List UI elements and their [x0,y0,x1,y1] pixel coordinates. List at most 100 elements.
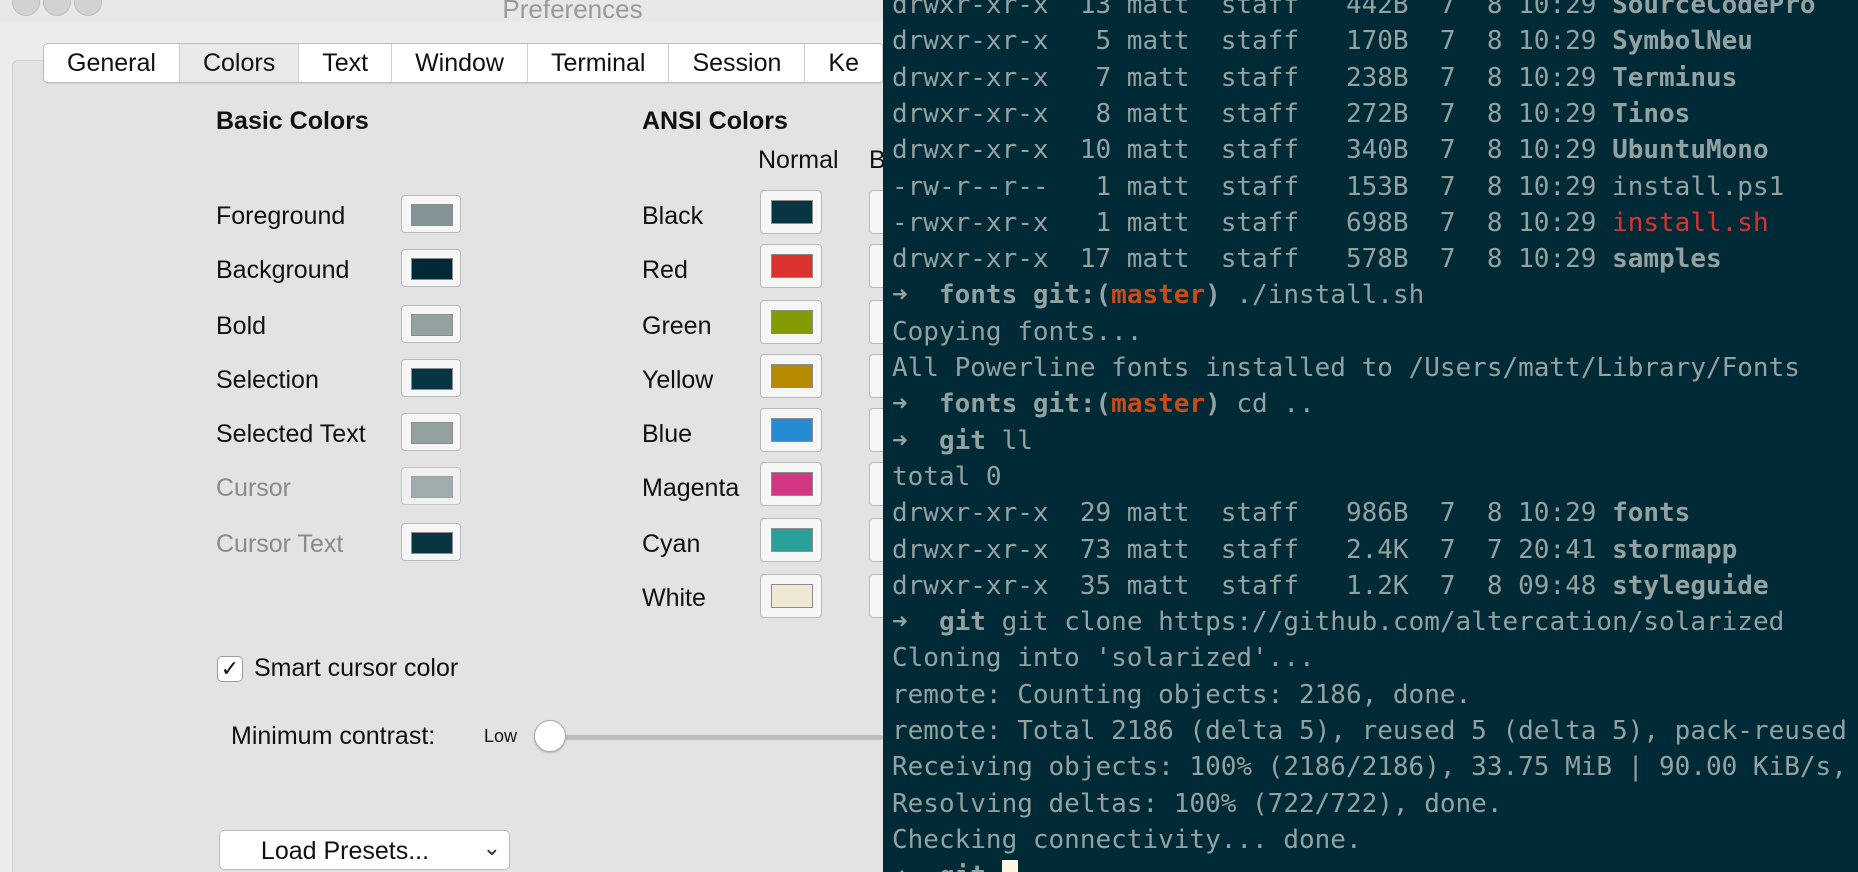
ansi-cyan-label: Cyan [642,530,701,558]
bold-label: Bold [216,312,267,340]
bold-color-well[interactable] [401,305,461,343]
terminal-text: styleguide [1612,570,1769,601]
terminal-text: -rw-r--r-- 1 matt staff 153B 7 8 10:29 i… [892,171,1785,202]
preferences-window: Preferences General Colors Text Window T… [0,0,883,872]
terminal-text: Copying fonts... [892,316,1143,347]
background-color-well[interactable] [401,249,461,287]
terminal-text: ➜ [892,861,939,872]
terminal-line: Checking connectivity... done. [892,822,1362,858]
terminal-text: ➜ [892,280,939,311]
terminal-text: remote: Total 2186 (delta 5), reused 5 (… [892,716,1847,746]
minimum-contrast-slider[interactable] [550,735,883,740]
terminal-text: master [1111,280,1206,311]
tab-window[interactable]: Window [392,44,528,82]
tab-session[interactable]: Session [669,44,806,82]
terminal-text: drwxr-xr-x 73 matt staff 2.4K 7 7 20:41 [892,534,1613,565]
terminal-text: drwxr-xr-x 17 matt staff 578B 7 8 10:29 [892,244,1613,275]
basic-colors-heading: Basic Colors [216,107,369,135]
tab-general[interactable]: General [44,44,180,82]
terminal-line: drwxr-xr-x 8 matt staff 272B 7 8 10:29 T… [892,96,1690,132]
terminal-text: install.sh [1612,207,1769,238]
ansi-bright-blue-color-well[interactable] [869,408,883,452]
ansi-black-color-well[interactable] [760,190,822,234]
selection-label: Selection [216,366,319,394]
ansi-bright-green-color-well[interactable] [869,300,883,344]
color-swatch [411,368,453,390]
terminal-text: Resolving deltas: 100% (722/722), done. [892,788,1503,819]
terminal-text: ./install.sh [1220,280,1425,311]
terminal-line: Copying fonts... [892,314,1142,350]
terminal-line: Resolving deltas: 100% (722/722), done. [892,786,1502,822]
background-label: Background [216,256,350,284]
terminal-line: Cloning into 'solarized'... [892,640,1315,676]
terminal-line: ➜ git git clone https://github.com/alter… [892,604,1784,640]
terminal-line: drwxr-xr-x 35 matt staff 1.2K 7 8 09:48 … [892,568,1769,604]
terminal-text: cd .. [1220,389,1315,420]
slider-thumb[interactable] [534,720,566,752]
ansi-magenta-color-well[interactable] [760,462,822,506]
terminal-text: -rwxr-xr-x 1 matt staff 698B 7 8 10:29 [892,207,1613,238]
color-swatch [411,422,453,444]
ansi-cyan-color-well[interactable] [760,518,822,562]
terminal-cursor [1001,860,1018,872]
tab-keys[interactable]: Ke [805,44,883,82]
ansi-bright-black-color-well[interactable] [869,190,883,234]
foreground-color-well[interactable] [401,195,461,233]
selected-text-label: Selected Text [216,420,366,448]
ansi-red-color-well[interactable] [760,244,822,288]
ansi-bright-red-color-well[interactable] [869,244,883,288]
terminal-line: Receiving objects: 100% (2186/2186), 33.… [892,749,1847,785]
color-swatch [411,258,453,280]
ansi-blue-color-well[interactable] [760,408,822,452]
terminal-text: fonts [938,389,1018,420]
color-swatch [771,310,813,334]
terminal-text: samples [1612,244,1722,275]
terminal-text: drwxr-xr-x 10 matt staff 340B 7 8 10:29 [892,135,1613,166]
ansi-yellow-color-well[interactable] [760,354,822,398]
ansi-black-label: Black [642,202,704,230]
preferences-panel [12,60,883,872]
cursor-text-color-well[interactable] [401,523,461,561]
terminal-text: fonts [1612,498,1691,529]
terminal-text: fonts [938,280,1018,311]
selection-color-well[interactable] [401,359,461,397]
terminal-text: stormapp [1612,534,1738,565]
ansi-white-color-well[interactable] [760,574,822,618]
terminal-text: ) [1205,389,1221,420]
ansi-bright-cyan-color-well[interactable] [869,518,883,562]
selected-text-color-well[interactable] [401,413,461,451]
terminal-text: git [938,425,986,456]
terminal-line: ➜ fonts git:(master) ./install.sh [892,277,1424,313]
ansi-bright-header: B [869,146,883,174]
smart-cursor-checkbox[interactable]: ✓ [217,656,243,682]
cursor-label: Cursor [216,474,292,502]
tab-colors[interactable]: Colors [179,44,300,82]
terminal-text: git clone https://github.com/altercation… [985,607,1785,638]
ansi-green-label: Green [642,312,712,340]
terminal-text: UbuntuMono [1612,135,1769,166]
cursor-color-well[interactable] [401,467,461,505]
color-swatch [411,314,453,336]
tab-terminal[interactable]: Terminal [528,44,670,82]
terminal-text: git:( [1017,280,1112,311]
terminal-text: drwxr-xr-x 5 matt staff 170B 7 8 10:29 [892,26,1613,57]
ansi-normal-header: Normal [758,146,839,174]
load-presets-popup[interactable]: Load Presets... ⌄ [219,830,510,870]
terminal-text: master [1111,389,1206,420]
ansi-bright-yellow-color-well[interactable] [869,354,883,398]
terminal-text: drwxr-xr-x 13 matt staff 442B 7 8 10:29 [892,0,1613,20]
ansi-green-color-well[interactable] [760,300,822,344]
ansi-red-label: Red [642,256,688,284]
terminal-text: SymbolNeu [1612,26,1753,57]
ansi-bright-white-color-well[interactable] [869,574,883,618]
terminal-line: drwxr-xr-x 13 matt staff 442B 7 8 10:29 … [892,0,1816,23]
contrast-low-label: Low [484,726,518,746]
color-swatch [771,418,813,442]
tab-text[interactable]: Text [299,44,393,82]
terminal-text: git:( [1017,389,1112,420]
ansi-bright-magenta-color-well[interactable] [869,462,883,506]
terminal-line: remote: Total 2186 (delta 5), reused 5 (… [892,713,1847,749]
terminal-text: drwxr-xr-x 29 matt staff 986B 7 8 10:29 [892,498,1613,529]
terminal-window[interactable]: drwxr-xr-x 13 matt staff 442B 7 8 10:29 … [883,0,1858,872]
